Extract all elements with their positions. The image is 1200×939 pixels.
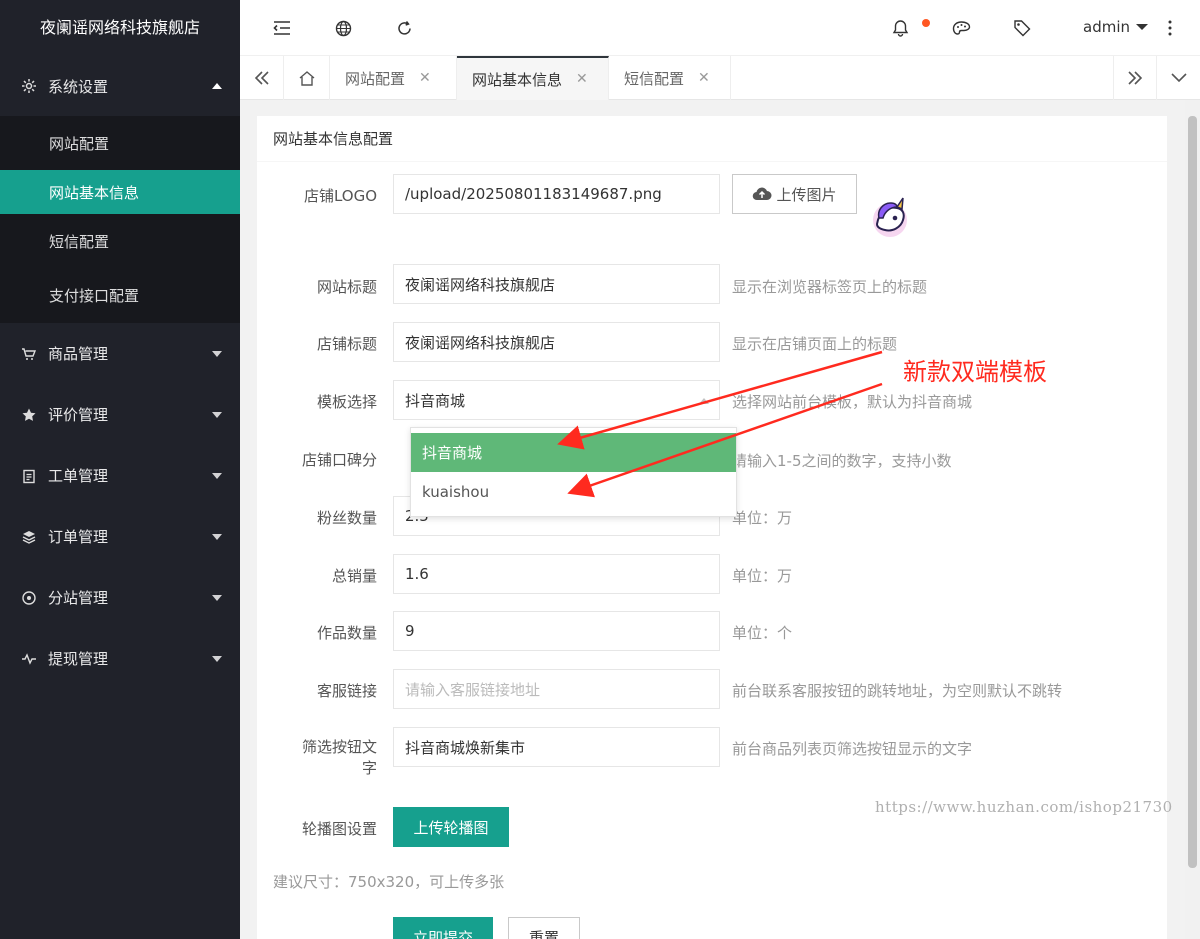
watermark-text: https://www.huzhan.com/ishop21730 xyxy=(875,798,1173,816)
